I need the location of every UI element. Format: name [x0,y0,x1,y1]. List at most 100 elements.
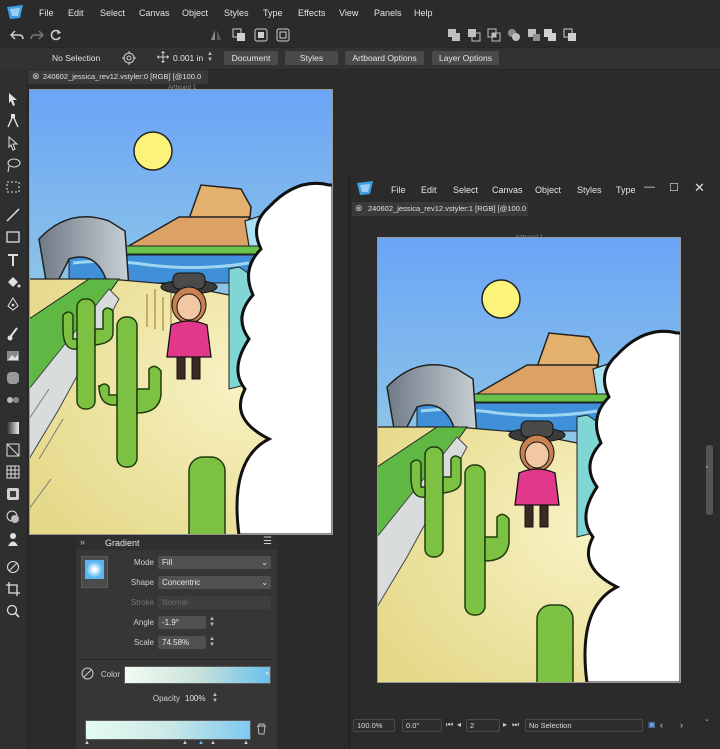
crop-tool-icon[interactable] [5,581,21,597]
artboard-1[interactable] [29,89,333,535]
gradient-stops-bar[interactable] [85,720,251,740]
menu-object[interactable]: Object [182,8,208,18]
scale-stepper-icon[interactable]: ▲ ▼ [209,636,215,648]
symbol-tool-icon[interactable] [5,486,21,502]
opacity-stepper-icon[interactable]: ▲ ▼ [212,692,218,704]
selection-status-select[interactable]: No Selection [525,719,643,732]
boolean-merge-icon[interactable] [543,28,557,42]
panel-collapse-icon[interactable]: » [80,537,85,547]
gradient-stop-mid2[interactable]: ▲ [198,740,204,746]
rotation-select[interactable]: 0.0° [402,719,442,732]
menu-styles[interactable]: Styles [577,185,602,195]
path-op-1-icon[interactable] [232,28,246,42]
menu-help[interactable]: Help [414,8,433,18]
pointer-tool-icon[interactable] [5,135,21,151]
flip-horizontal-icon[interactable] [209,28,223,42]
eyedropper-tool-icon[interactable] [5,559,21,575]
color-picker-icon[interactable] [81,667,94,680]
menu-canvas[interactable]: Canvas [492,185,523,195]
boolean-intersect-icon[interactable] [487,28,501,42]
transparency-tool-icon[interactable] [5,442,21,458]
menu-select[interactable]: Select [100,8,125,18]
scroll-right-icon[interactable]: › [680,720,683,730]
document-button[interactable]: Document [224,51,278,65]
maximize-icon[interactable]: ☐ [669,181,679,194]
pen-tool-icon[interactable] [5,296,21,312]
first-page-icon[interactable]: ⏮ [446,720,453,730]
menu-edit[interactable]: Edit [421,185,437,195]
shape-tool-icon[interactable] [5,370,21,386]
trash-icon[interactable] [256,723,267,735]
menu-styles[interactable]: Styles [224,8,249,18]
menu-panels[interactable]: Panels [374,8,402,18]
undo-icon[interactable] [10,29,24,41]
gradient-preview-swatch[interactable] [81,556,108,588]
artboard-2[interactable] [377,237,681,683]
page-select[interactable]: 2 [466,719,500,732]
mode-select[interactable]: Fill ⌄ [158,556,271,569]
menu-type[interactable]: Type [263,8,283,18]
styles-button[interactable]: Styles [285,51,338,65]
gradient-stop-start[interactable]: ▲ [84,740,90,746]
color-arrow-icon[interactable]: ▸ [266,669,270,677]
opacity-value[interactable]: 100% [185,694,205,703]
scroll-up-icon[interactable]: ⌃ [704,465,710,473]
boolean-exclude-icon[interactable] [507,28,521,42]
close-tab-icon[interactable]: ⊗ [355,203,363,214]
select-arrow-icon[interactable] [5,91,21,107]
document-tab-1[interactable]: ⊗ 240602_jessica_rev12.vstyler:0 [RGB] [… [28,70,208,84]
scroll-left-icon[interactable]: ‹ [660,720,663,730]
boolean-crop-icon[interactable] [563,28,577,42]
path-op-3-icon[interactable] [276,28,290,42]
next-page-icon[interactable]: ▸ [503,720,507,729]
fill-bucket-icon[interactable] [5,274,21,290]
grid-tool-icon[interactable] [5,464,21,480]
document-tab-2[interactable]: ⊗ 240602_jessica_rev12.vstyler:1 [RGB] [… [352,202,528,216]
image-tool-icon[interactable] [5,348,21,364]
menu-file[interactable]: File [391,185,406,195]
menu-view[interactable]: View [339,8,358,18]
zoom-select[interactable]: 100.0% [353,719,395,732]
menu-type[interactable]: Type [616,185,636,195]
offset-input[interactable]: 0.001 in [173,53,203,63]
pen-line-tool-icon[interactable] [5,207,21,223]
boolean-subtract-icon[interactable] [467,28,481,42]
refresh-icon[interactable] [50,29,62,41]
color-gradient-bar[interactable] [124,666,271,684]
redo-icon[interactable] [30,29,44,41]
blend-tool-icon[interactable] [5,392,21,408]
person-tool-icon[interactable] [5,531,21,547]
vertical-scrollbar[interactable] [706,445,713,515]
gradient-tool-icon[interactable] [5,420,21,436]
close-tab-icon[interactable]: ⊗ [32,71,40,82]
layers-tool-icon[interactable] [5,509,21,525]
boolean-union-icon[interactable] [447,28,461,42]
minimize-icon[interactable]: — [644,181,655,193]
close-window-icon[interactable]: ✕ [694,180,705,196]
lasso-tool-icon[interactable] [5,157,21,173]
zoom-tool-icon[interactable] [5,603,21,619]
scroll-down-icon[interactable]: ⌄ [704,715,710,723]
shape-select[interactable]: Concentric ⌄ [158,576,271,589]
artboard-options-button[interactable]: Artboard Options [345,51,424,65]
offset-stepper-icon[interactable]: ▲ ▼ [207,51,213,63]
prev-page-icon[interactable]: ◂ [457,720,461,729]
layer-options-button[interactable]: Layer Options [432,51,499,65]
menu-effects[interactable]: Effects [298,8,325,18]
menu-file[interactable]: File [39,8,54,18]
node-tool-icon[interactable] [5,113,21,129]
info-icon[interactable]: ▣ [648,720,656,729]
text-tool-icon[interactable] [5,252,21,268]
menu-edit[interactable]: Edit [68,8,84,18]
boolean-divide-icon[interactable] [527,28,541,42]
rectangle-tool-icon[interactable] [5,229,21,245]
last-page-icon[interactable]: ⏭ [512,720,519,730]
menu-object[interactable]: Object [535,185,561,195]
angle-input[interactable]: -1.9° [158,616,206,629]
symbol-settings-icon[interactable] [122,51,136,65]
panel-menu-icon[interactable]: ☰ [263,536,272,547]
gradient-stop-mid1[interactable]: ▲ [182,740,188,746]
brush-tool-icon[interactable] [5,326,21,342]
scale-input[interactable]: 74.58% [158,636,206,649]
gradient-stop-mid3[interactable]: ▲ [210,740,216,746]
